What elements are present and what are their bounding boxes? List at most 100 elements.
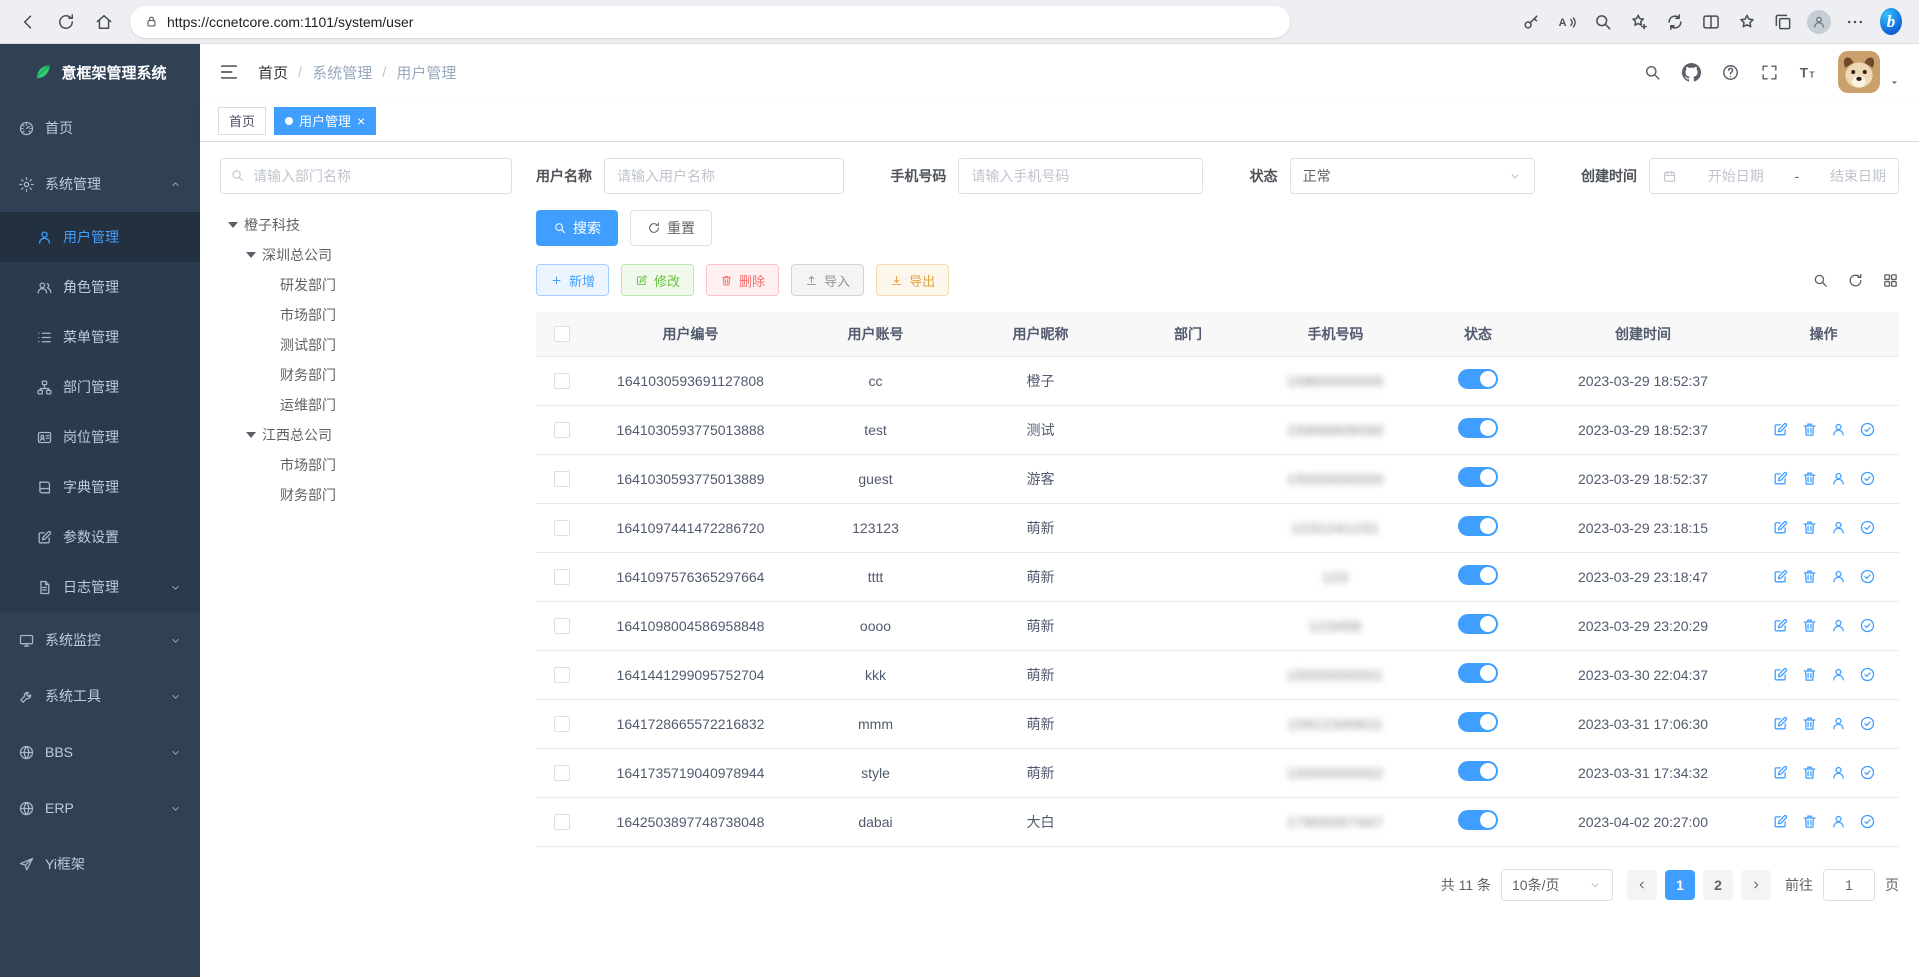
tab-close-icon[interactable]: × bbox=[357, 114, 365, 128]
tree-node[interactable]: 运维部门 bbox=[220, 390, 512, 420]
browser-profile-avatar[interactable] bbox=[1801, 5, 1837, 39]
browser-star-add-button[interactable] bbox=[1621, 5, 1657, 39]
toggle-search-button[interactable] bbox=[1812, 272, 1829, 289]
delete-button[interactable]: 删除 bbox=[706, 264, 779, 296]
next-page-button[interactable] bbox=[1741, 870, 1771, 900]
row-checkbox[interactable] bbox=[554, 471, 570, 487]
browser-sync-button[interactable] bbox=[1657, 5, 1693, 39]
browser-back-button[interactable] bbox=[10, 5, 46, 39]
row-delete-button[interactable] bbox=[1801, 421, 1818, 438]
row-checkbox[interactable] bbox=[554, 422, 570, 438]
row-checkbox[interactable] bbox=[554, 765, 570, 781]
tree-caret-icon[interactable] bbox=[228, 222, 238, 228]
sidebar-item-system-monitoring[interactable]: 系统监控 bbox=[0, 612, 200, 668]
goto-page-input[interactable] bbox=[1823, 869, 1875, 901]
sidebar-item-dictionary-management[interactable]: 字典管理 bbox=[0, 462, 200, 512]
row-delete-button[interactable] bbox=[1801, 519, 1818, 536]
tree-node[interactable]: 江西总公司 bbox=[220, 420, 512, 450]
address-bar[interactable]: https://ccnetcore.com:1101/system/user bbox=[130, 6, 1290, 38]
row-reset-password-button[interactable] bbox=[1830, 764, 1847, 781]
browser-more-button[interactable] bbox=[1837, 5, 1873, 39]
help-button[interactable] bbox=[1721, 63, 1740, 82]
tree-node[interactable]: 深圳总公司 bbox=[220, 240, 512, 270]
breadcrumb-item[interactable]: 首页 bbox=[258, 62, 288, 83]
row-checkbox[interactable] bbox=[554, 520, 570, 536]
page-button-2[interactable]: 2 bbox=[1703, 870, 1733, 900]
row-reset-password-button[interactable] bbox=[1830, 421, 1847, 438]
tree-node[interactable]: 研发部门 bbox=[220, 270, 512, 300]
tree-node[interactable]: 财务部门 bbox=[220, 360, 512, 390]
export-button[interactable]: 导出 bbox=[876, 264, 949, 296]
row-delete-button[interactable] bbox=[1801, 617, 1818, 634]
sidebar-item-log-management[interactable]: 日志管理 bbox=[0, 562, 200, 612]
avatar-caret-icon[interactable] bbox=[1888, 76, 1901, 89]
status-toggle[interactable] bbox=[1458, 516, 1498, 536]
search-button[interactable]: 搜索 bbox=[536, 210, 618, 246]
row-delete-button[interactable] bbox=[1801, 715, 1818, 732]
tab-home[interactable]: 首页 bbox=[218, 107, 266, 135]
sidebar-item-system-tools[interactable]: 系统工具 bbox=[0, 668, 200, 724]
browser-split-view-button[interactable] bbox=[1693, 5, 1729, 39]
row-checkbox[interactable] bbox=[554, 373, 570, 389]
tab-user-management[interactable]: 用户管理× bbox=[274, 107, 376, 135]
row-delete-button[interactable] bbox=[1801, 470, 1818, 487]
refresh-table-button[interactable] bbox=[1847, 272, 1864, 289]
status-toggle[interactable] bbox=[1458, 810, 1498, 830]
bing-chat-button[interactable]: b bbox=[1873, 5, 1909, 39]
user-avatar[interactable] bbox=[1838, 51, 1880, 93]
page-size-select[interactable]: 10条/页 bbox=[1501, 869, 1613, 901]
sidebar-item-department-management[interactable]: 部门管理 bbox=[0, 362, 200, 412]
status-toggle[interactable] bbox=[1458, 418, 1498, 438]
browser-star-button[interactable] bbox=[1729, 5, 1765, 39]
row-checkbox[interactable] bbox=[554, 569, 570, 585]
browser-home-button[interactable] bbox=[86, 5, 122, 39]
row-checkbox[interactable] bbox=[554, 618, 570, 634]
browser-collections-button[interactable] bbox=[1765, 5, 1801, 39]
row-checkbox[interactable] bbox=[554, 814, 570, 830]
tree-caret-icon[interactable] bbox=[246, 432, 256, 438]
browser-refresh-button[interactable] bbox=[48, 5, 84, 39]
sidebar-item-post-management[interactable]: 岗位管理 bbox=[0, 412, 200, 462]
row-edit-button[interactable] bbox=[1772, 519, 1789, 536]
row-edit-button[interactable] bbox=[1772, 715, 1789, 732]
row-assign-role-button[interactable] bbox=[1859, 519, 1876, 536]
tree-caret-icon[interactable] bbox=[246, 252, 256, 258]
status-toggle[interactable] bbox=[1458, 712, 1498, 732]
row-delete-button[interactable] bbox=[1801, 764, 1818, 781]
row-edit-button[interactable] bbox=[1772, 813, 1789, 830]
row-delete-button[interactable] bbox=[1801, 568, 1818, 585]
sidebar-toggle-button[interactable] bbox=[218, 61, 240, 83]
sidebar-item-role-management[interactable]: 角色管理 bbox=[0, 262, 200, 312]
row-assign-role-button[interactable] bbox=[1859, 617, 1876, 634]
import-button[interactable]: 导入 bbox=[791, 264, 864, 296]
browser-search-button[interactable] bbox=[1585, 5, 1621, 39]
row-reset-password-button[interactable] bbox=[1830, 617, 1847, 634]
row-checkbox[interactable] bbox=[554, 716, 570, 732]
row-assign-role-button[interactable] bbox=[1859, 568, 1876, 585]
tree-node[interactable]: 市场部门 bbox=[220, 450, 512, 480]
prev-page-button[interactable] bbox=[1627, 870, 1657, 900]
row-edit-button[interactable] bbox=[1772, 617, 1789, 634]
row-delete-button[interactable] bbox=[1801, 813, 1818, 830]
reset-button[interactable]: 重置 bbox=[630, 210, 712, 246]
row-checkbox[interactable] bbox=[554, 667, 570, 683]
dept-search-input[interactable] bbox=[220, 158, 512, 194]
row-edit-button[interactable] bbox=[1772, 470, 1789, 487]
row-reset-password-button[interactable] bbox=[1830, 470, 1847, 487]
tree-node[interactable]: 财务部门 bbox=[220, 480, 512, 510]
status-toggle[interactable] bbox=[1458, 467, 1498, 487]
phone-input[interactable] bbox=[958, 158, 1203, 194]
header-search-button[interactable] bbox=[1643, 63, 1662, 82]
row-assign-role-button[interactable] bbox=[1859, 666, 1876, 683]
tree-node[interactable]: 橙子科技 bbox=[220, 210, 512, 240]
sidebar-item-parameter-settings[interactable]: 参数设置 bbox=[0, 512, 200, 562]
status-select[interactable]: 正常 bbox=[1290, 158, 1535, 194]
font-size-button[interactable]: TT bbox=[1799, 63, 1818, 82]
row-assign-role-button[interactable] bbox=[1859, 813, 1876, 830]
status-toggle[interactable] bbox=[1458, 761, 1498, 781]
date-range-picker[interactable]: 开始日期 - 结束日期 bbox=[1649, 158, 1899, 194]
add-button[interactable]: 新增 bbox=[536, 264, 609, 296]
browser-key-button[interactable] bbox=[1513, 5, 1549, 39]
status-toggle[interactable] bbox=[1458, 369, 1498, 389]
row-reset-password-button[interactable] bbox=[1830, 666, 1847, 683]
